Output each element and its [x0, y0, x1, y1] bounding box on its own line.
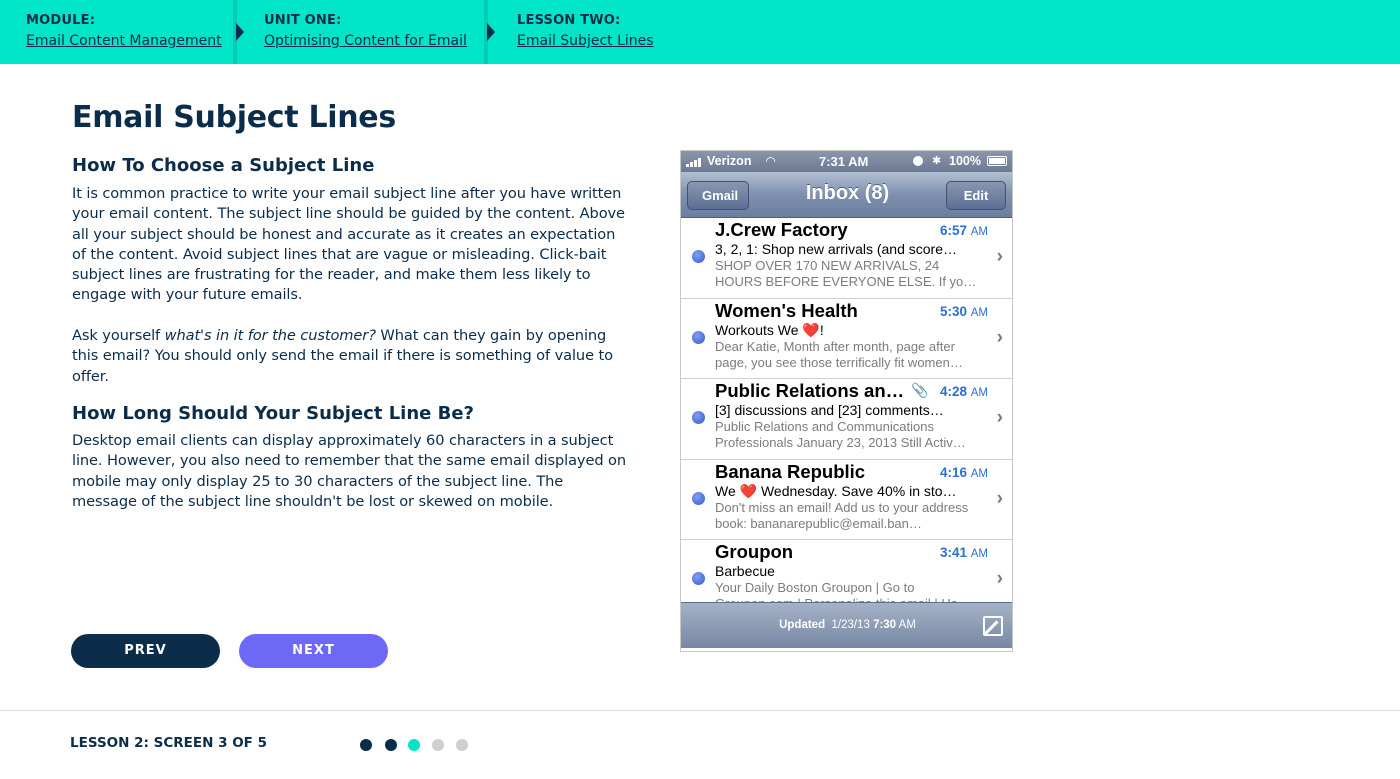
progress-dot-4[interactable] — [432, 739, 444, 751]
chevron-right-icon: › — [996, 407, 1003, 429]
section-heading-length: How Long Should Your Subject Line Be? — [72, 403, 474, 424]
inbox-email-item[interactable]: J.Crew Factory 6:57 AM 3, 2, 1: Shop new… — [681, 218, 1012, 299]
email-time-ampm: AM — [970, 387, 988, 400]
email-preview: Your Daily Boston Groupon | Go to Groupo… — [715, 580, 971, 603]
updated-status: Updated 1/23/13 7:30 AM — [681, 619, 1012, 631]
updated-ampm: AM — [898, 619, 916, 631]
email-time-value: 4:16 — [939, 464, 967, 480]
paperclip-icon: 📎 — [911, 382, 929, 399]
email-time-value: 4:28 — [939, 384, 967, 400]
breadcrumb-unit: UNIT ONE: Optimising Content for Email — [264, 0, 467, 64]
bluetooth-icon: ✱ — [932, 155, 942, 167]
section-paragraph-choose: It is common practice to write your emai… — [72, 185, 625, 304]
email-time: 4:16 AM — [940, 465, 988, 480]
inbox-email-item[interactable]: Banana Republic 4:16 AM We ❤️ Wednesday.… — [681, 459, 1012, 541]
updated-date: 1/23/13 — [831, 619, 870, 631]
prev-button[interactable]: PREV — [71, 634, 220, 668]
breadcrumb-module-label: MODULE: — [26, 13, 96, 28]
chevron-right-icon — [487, 23, 495, 41]
email-time-ampm: AM — [970, 548, 988, 561]
email-subject: Workouts We ❤️! — [715, 321, 824, 338]
inbox-email-item[interactable]: Groupon 3:41 AM Barbecue Your Daily Bost… — [681, 540, 1012, 604]
email-time: 6:57 AM — [940, 223, 988, 238]
status-time: 7:31 AM — [819, 154, 869, 169]
breadcrumb-lesson-label: LESSON TWO: — [517, 13, 621, 28]
email-subject: We ❤️ Wednesday. Save 40% in sto… — [715, 482, 957, 499]
phone-nav-bar: Gmail Inbox (8) Edit — [681, 172, 1012, 218]
progress-dot-5[interactable] — [456, 739, 468, 751]
email-preview: Don't miss an email! Add us to your addr… — [715, 499, 969, 531]
lesson-progress-label: LESSON 2: SCREEN 3 OF 5 — [70, 735, 267, 751]
email-time-ampm: AM — [970, 306, 988, 319]
breadcrumb-lesson: LESSON TWO: Email Subject Lines — [517, 0, 654, 64]
ask-text-pre: Ask yourself — [72, 327, 165, 344]
phone-status-bar: Verizon ◠ 7:31 AM ✱ 100% — [681, 151, 1012, 172]
inbox-list: J.Crew Factory 6:57 AM 3, 2, 1: Shop new… — [681, 218, 1012, 604]
unread-dot-icon — [692, 330, 705, 344]
breadcrumb-unit-label: UNIT ONE: — [264, 13, 342, 28]
email-preview: Dear Katie, Month after month, page afte… — [715, 338, 963, 370]
inbox-email-item[interactable]: Women's Health 5:30 AM Workouts We ❤️! D… — [681, 298, 1012, 380]
page-title: Email Subject Lines — [72, 100, 396, 135]
email-subject: [3] discussions and [23] comments… — [715, 402, 944, 419]
battery-icon — [987, 156, 1007, 166]
unread-dot-icon — [692, 491, 705, 505]
email-subject: Barbecue — [715, 563, 775, 580]
email-preview: Public Relations and Communications Prof… — [715, 419, 966, 451]
chevron-right-icon: › — [996, 326, 1003, 348]
progress-dot-2[interactable] — [385, 739, 397, 751]
section-paragraph-ask: Ask yourself what's in it for the custom… — [72, 326, 632, 387]
email-time-ampm: AM — [970, 467, 988, 480]
chevron-right-icon: › — [996, 487, 1003, 509]
email-sender: J.Crew Factory — [715, 219, 848, 240]
section-paragraph-length: Desktop email clients can display approx… — [72, 432, 627, 510]
edit-button[interactable]: Edit — [946, 181, 1006, 210]
footer-divider — [0, 710, 1400, 711]
email-time-value: 3:41 — [939, 545, 967, 561]
email-sender: Banana Republic — [715, 460, 866, 482]
email-sender: Groupon — [715, 541, 794, 563]
next-button[interactable]: NEXT — [239, 634, 388, 668]
unread-dot-icon — [692, 411, 705, 425]
unread-dot-icon — [692, 250, 705, 263]
progress-dot-3-current[interactable] — [408, 739, 420, 751]
breadcrumb: MODULE: Email Content Management UNIT ON… — [0, 0, 1400, 64]
email-subject: 3, 2, 1: Shop new arrivals (and score… — [715, 241, 958, 257]
phone-toolbar: Updated 1/23/13 7:30 AM — [681, 602, 1012, 648]
inbox-email-item[interactable]: Public Relations an… 📎 4:28 AM [3] discu… — [681, 379, 1012, 460]
phone-inbox-screenshot: Verizon ◠ 7:31 AM ✱ 100% Gmail Inbox (8)… — [680, 150, 1013, 652]
breadcrumb-unit-link[interactable]: Optimising Content for Email — [264, 33, 467, 49]
progress-dot-1[interactable] — [360, 739, 372, 751]
email-preview: SHOP OVER 170 NEW ARRIVALS, 24 HOURS BEF… — [715, 258, 977, 289]
email-time: 3:41 AM — [940, 545, 988, 560]
ask-text-emphasis: what's in it for the customer? — [164, 327, 376, 344]
breadcrumb-lesson-link[interactable]: Email Subject Lines — [517, 33, 654, 49]
email-time-value: 5:30 — [939, 303, 967, 319]
carrier-name: Verizon — [707, 154, 752, 168]
email-time-ampm: AM — [970, 226, 988, 238]
email-sender: Women's Health — [715, 299, 858, 321]
unread-dot-icon — [692, 572, 705, 586]
signal-bars-icon — [686, 157, 704, 167]
email-time: 4:28 AM — [940, 384, 988, 399]
email-time-value: 6:57 — [939, 223, 967, 238]
compose-icon[interactable] — [983, 616, 1003, 636]
chevron-right-icon: › — [996, 568, 1003, 590]
updated-time: 7:30 — [873, 619, 897, 631]
alarm-icon — [913, 156, 923, 166]
email-sender: Public Relations an… — [715, 380, 905, 402]
updated-label: Updated — [779, 619, 826, 631]
chevron-right-icon: › — [996, 246, 1003, 267]
email-time: 5:30 AM — [940, 304, 988, 319]
section-heading-choose: How To Choose a Subject Line — [72, 155, 375, 176]
chevron-right-icon — [236, 23, 244, 41]
battery-percent: 100% — [949, 154, 981, 168]
wifi-icon: ◠ — [766, 154, 776, 168]
breadcrumb-module-link[interactable]: Email Content Management — [26, 33, 222, 49]
breadcrumb-module: MODULE: Email Content Management — [26, 0, 222, 64]
